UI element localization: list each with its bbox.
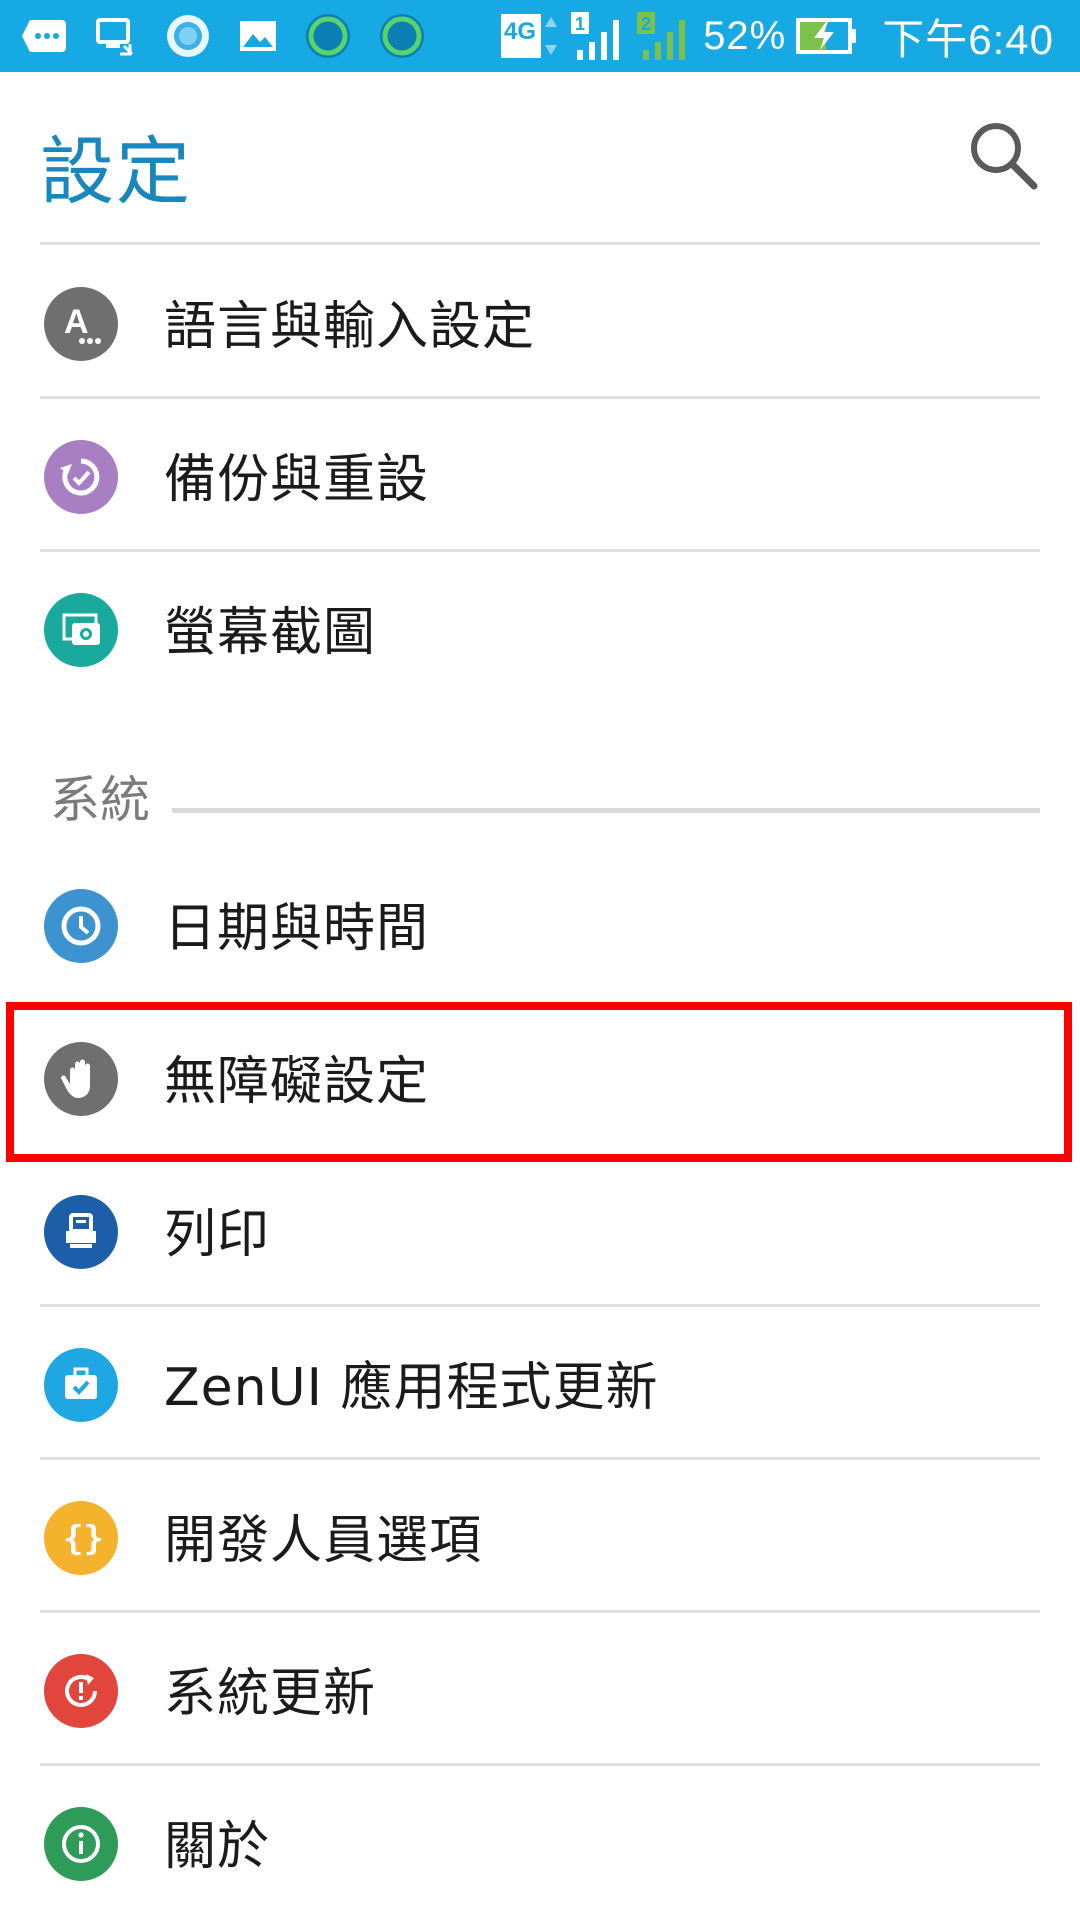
settings-item-label: 開發人員選項 bbox=[164, 1510, 483, 1571]
briefcase-icon bbox=[44, 1348, 118, 1422]
update-icon bbox=[44, 1654, 118, 1728]
svg-text:2: 2 bbox=[641, 14, 651, 34]
search-button[interactable] bbox=[964, 116, 1044, 196]
svg-text:4G: 4G bbox=[504, 18, 536, 45]
circle-app-icon bbox=[304, 12, 352, 60]
settings-item-developer-options[interactable]: {} 開發人員選項 bbox=[0, 1460, 1080, 1610]
clock: 下午6:40 bbox=[882, 15, 1054, 63]
settings-item-label: 備份與重設 bbox=[164, 449, 430, 510]
info-icon bbox=[44, 1807, 118, 1881]
settings-item-label: 關於 bbox=[164, 1816, 271, 1877]
screen-cast-icon bbox=[94, 16, 138, 56]
language-icon: A bbox=[44, 287, 118, 361]
print-icon bbox=[44, 1195, 118, 1269]
highlight-box bbox=[6, 1002, 1072, 1162]
sim1-signal-icon: 1 bbox=[571, 10, 627, 62]
battery-charging-icon bbox=[796, 16, 858, 56]
clock-icon bbox=[44, 889, 118, 963]
divider bbox=[40, 242, 1040, 245]
settings-item-label: ZenUI 應用程式更新 bbox=[164, 1357, 659, 1418]
settings-item-language[interactable]: A 語言與輸入設定 bbox=[0, 246, 1080, 396]
backup-icon bbox=[44, 440, 118, 514]
settings-item-zenui-update[interactable]: ZenUI 應用程式更新 bbox=[0, 1307, 1080, 1457]
settings-item-screenshot[interactable]: 螢幕截圖 bbox=[0, 552, 1080, 702]
settings-item-label: 日期與時間 bbox=[164, 898, 430, 959]
settings-item-date-time[interactable]: 日期與時間 bbox=[0, 848, 1080, 998]
settings-item-print[interactable]: 列印 bbox=[0, 1154, 1080, 1304]
gallery-icon bbox=[238, 19, 278, 53]
settings-item-label: 語言與輸入設定 bbox=[164, 296, 536, 357]
section-header-system: 系統 bbox=[50, 771, 150, 829]
settings-item-backup[interactable]: 備份與重設 bbox=[0, 399, 1080, 549]
settings-item-about[interactable]: 關於 bbox=[0, 1766, 1080, 1916]
circle-app-icon bbox=[378, 12, 426, 60]
svg-text:1: 1 bbox=[575, 14, 585, 34]
sim2-signal-icon: 2 bbox=[637, 10, 693, 62]
settings-item-label: 螢幕截圖 bbox=[164, 602, 377, 663]
battery-percent: 52% bbox=[703, 13, 787, 58]
screenshot-icon bbox=[44, 593, 118, 667]
page-title: 設定 bbox=[40, 129, 192, 215]
settings-item-system-update[interactable]: 系統更新 bbox=[0, 1613, 1080, 1763]
assistant-icon bbox=[164, 12, 212, 60]
braces-icon: {} bbox=[44, 1501, 118, 1575]
settings-item-label: 系統更新 bbox=[164, 1663, 377, 1724]
more-icon bbox=[22, 16, 68, 56]
svg-text:A: A bbox=[64, 303, 89, 341]
section-divider bbox=[172, 808, 1040, 813]
network-4g-icon: 4G bbox=[499, 11, 561, 61]
status-bar: 4G 1 2 52% 下午6:40 bbox=[0, 0, 1080, 72]
app-header: 設定 bbox=[0, 72, 1080, 242]
settings-item-label: 列印 bbox=[164, 1204, 271, 1265]
svg-text:{}: {} bbox=[63, 1519, 104, 1559]
search-icon bbox=[971, 123, 1038, 190]
